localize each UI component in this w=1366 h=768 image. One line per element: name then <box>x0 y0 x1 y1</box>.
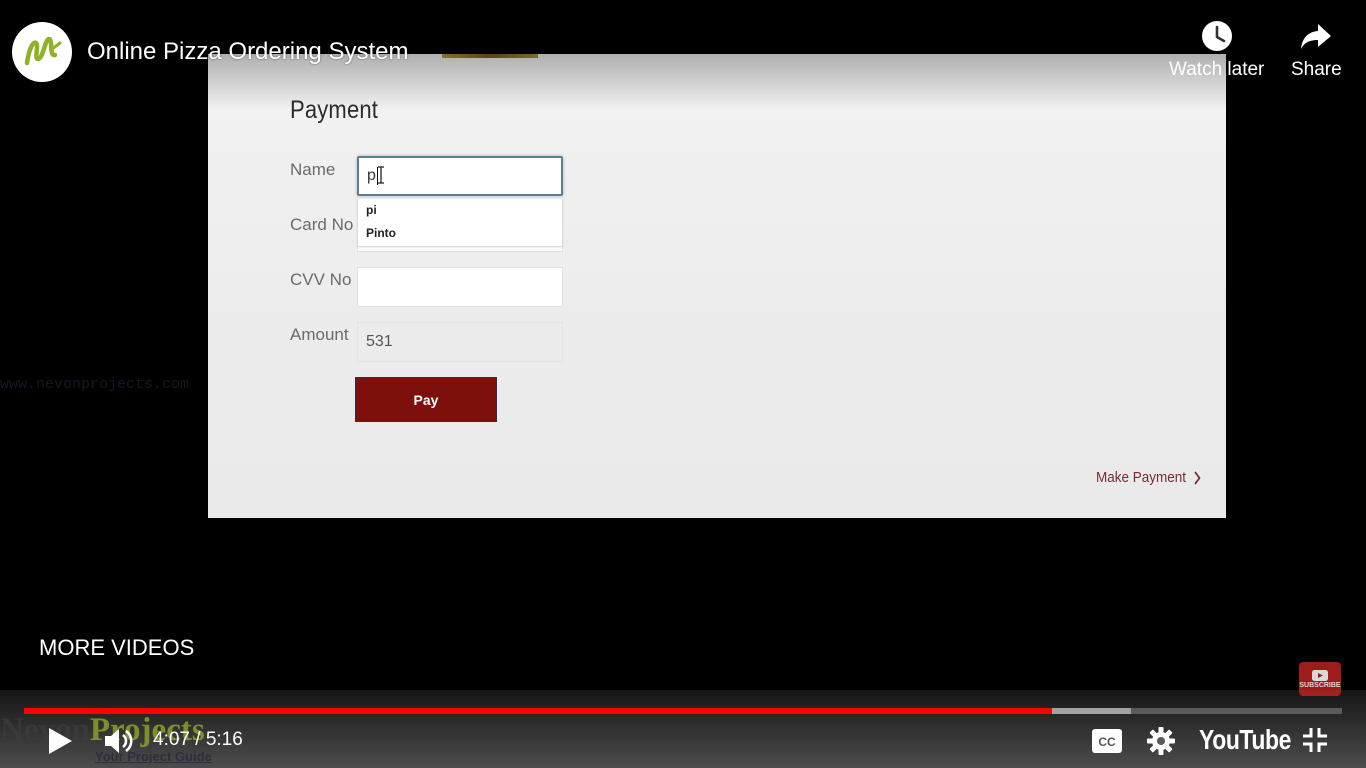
share-label: Share <box>1291 59 1342 80</box>
name-input[interactable]: p <box>357 156 563 196</box>
ibeam-cursor-icon <box>378 166 384 184</box>
time-display: 4:07 / 5:16 <box>153 729 243 750</box>
video-title[interactable]: Online Pizza Ordering System <box>87 38 408 66</box>
more-videos-button[interactable]: MORE VIDEOS <box>39 635 194 661</box>
chevron-right-icon <box>1194 470 1201 485</box>
clock-icon <box>1201 21 1232 51</box>
name-label: Name <box>290 160 336 179</box>
watch-later-button[interactable]: Watch later <box>1169 18 1264 81</box>
amount-label: Amount <box>290 325 349 344</box>
make-payment-label: Make Payment <box>1096 469 1187 486</box>
video-player[interactable]: Payment Name Card No CVV No Amount p 531… <box>0 0 1366 768</box>
youtube-logo[interactable]: YouTube <box>1199 724 1291 756</box>
progress-played <box>24 708 1053 714</box>
autocomplete-dropdown: pi Pinto <box>357 199 563 247</box>
play-button[interactable] <box>46 726 74 756</box>
watch-later-label: Watch later <box>1169 59 1265 80</box>
subscribe-button[interactable]: SUBSCRIBE <box>1299 662 1341 696</box>
brand-name-dark: Nevon <box>0 712 90 748</box>
cvv-no-label: CVV No <box>290 270 352 289</box>
progress-bar[interactable] <box>24 708 1342 714</box>
cvv-no-input[interactable] <box>357 267 563 307</box>
volume-button[interactable] <box>103 726 135 756</box>
amount-input[interactable]: 531 <box>357 322 563 362</box>
watermark-url: www.nevonprojects.com <box>0 376 190 393</box>
amount-input-value: 531 <box>366 333 393 350</box>
subscribe-label: SUBSCRIBE <box>1299 681 1341 689</box>
exit-fullscreen-button[interactable] <box>1301 726 1329 754</box>
share-button[interactable]: Share <box>1291 18 1342 81</box>
autocomplete-item[interactable]: Pinto <box>358 222 562 245</box>
autocomplete-item[interactable]: pi <box>358 199 562 222</box>
share-arrow-icon <box>1301 24 1332 49</box>
channel-avatar[interactable] <box>12 22 72 82</box>
closed-captions-button[interactable]: CC <box>1091 728 1123 754</box>
make-payment-link[interactable]: Make Payment <box>1096 469 1201 486</box>
nevon-logo-icon <box>24 36 62 66</box>
card-no-label: Card No <box>290 215 354 234</box>
youtube-play-icon <box>1312 669 1328 681</box>
settings-gear-button[interactable] <box>1146 726 1176 756</box>
video-frame: Payment Name Card No CVV No Amount p 531… <box>208 54 1226 518</box>
name-input-value: p <box>367 167 376 184</box>
cc-icon: CC <box>1098 735 1116 749</box>
pay-button[interactable]: Pay <box>355 377 497 422</box>
